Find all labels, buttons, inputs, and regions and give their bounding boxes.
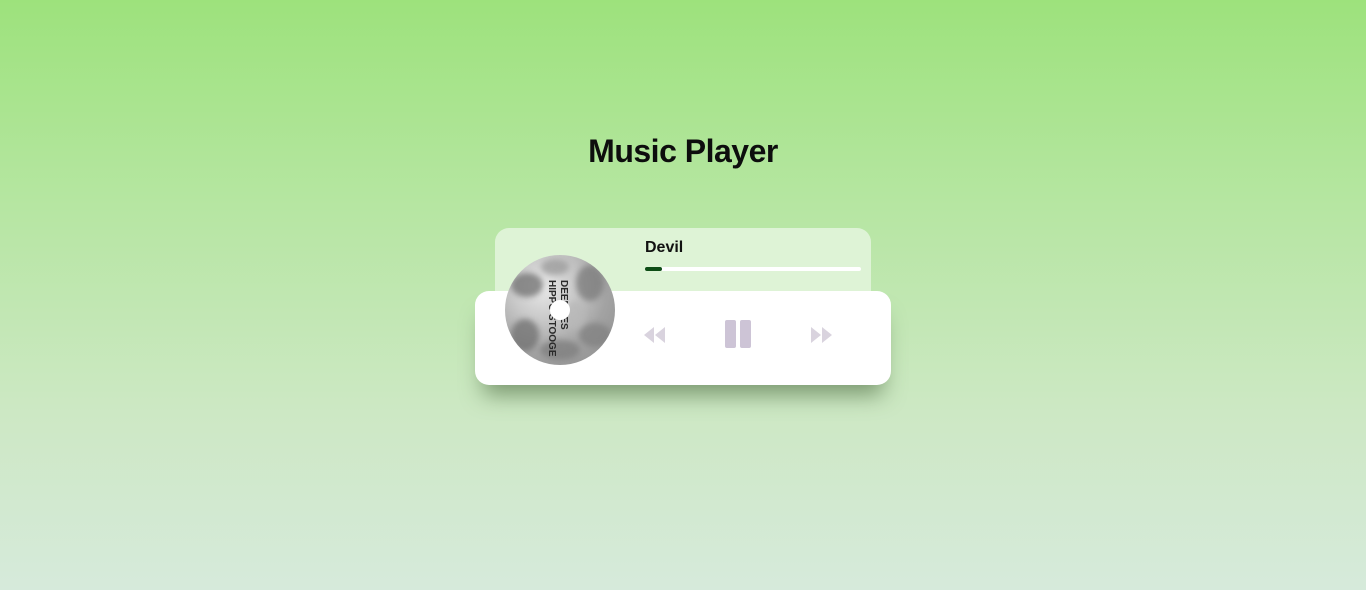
pause-icon	[723, 319, 753, 354]
rewind-icon	[643, 325, 667, 350]
track-title: Devil	[645, 239, 684, 256]
next-track-button[interactable]	[809, 325, 833, 350]
album-art-disc: DEEP YES HIPPO STOOGE	[505, 255, 615, 365]
disc-center-hole	[550, 300, 570, 320]
progress-bar[interactable]	[645, 267, 861, 271]
fast-forward-icon	[809, 325, 833, 350]
page-title: Music Player	[588, 133, 778, 169]
pause-button[interactable]	[723, 319, 753, 354]
previous-track-button[interactable]	[643, 325, 667, 350]
progress-bar-fill	[645, 267, 663, 271]
music-player: Devil HIPPO STOOGE	[475, 228, 891, 388]
